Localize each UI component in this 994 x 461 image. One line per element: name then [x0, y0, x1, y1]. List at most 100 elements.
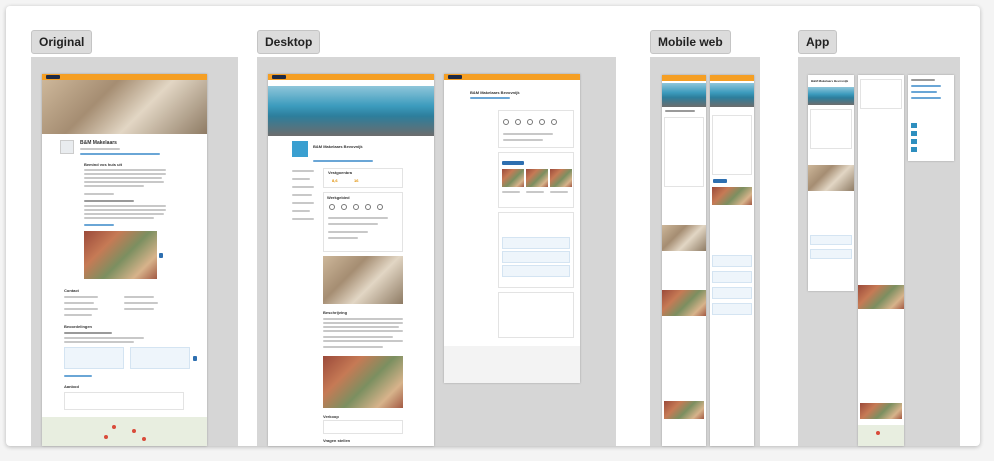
listing-photo[interactable] — [860, 403, 902, 419]
review-card[interactable] — [502, 265, 570, 277]
app-screen-3 — [908, 75, 954, 161]
panel-desktop: B&M Makelaars Bevovnijk Vestgoenbra 8,6 … — [257, 57, 616, 446]
sidenav-item[interactable] — [292, 202, 314, 204]
review-line — [64, 341, 134, 343]
contact-line — [124, 302, 158, 304]
desc-line — [84, 181, 164, 183]
panel-mobile-web — [650, 57, 760, 446]
aanbod-tab[interactable] — [502, 161, 524, 165]
review-card[interactable] — [502, 237, 570, 249]
reviews-next-button[interactable] — [193, 356, 197, 361]
welcome-heading: Bemind vos huis uit — [84, 162, 123, 167]
aanbod-filter-box[interactable] — [64, 392, 184, 410]
text-line — [323, 326, 399, 328]
review-card[interactable] — [712, 303, 752, 315]
street-photo — [323, 356, 403, 408]
action-links[interactable] — [470, 97, 510, 99]
aanbod-tab[interactable] — [713, 179, 727, 183]
reviews-box — [498, 212, 574, 288]
carousel-next-button[interactable] — [159, 253, 163, 258]
contact-line — [64, 296, 98, 298]
werkgebied-map[interactable] — [858, 425, 904, 446]
chart-icon — [353, 204, 359, 210]
menu-link[interactable] — [911, 85, 941, 87]
business-name: B&M Makelaars Bevovnijk — [470, 90, 520, 95]
map-marker[interactable] — [132, 429, 136, 433]
text-line — [503, 139, 543, 141]
werkgebied-box: Werkgebied — [323, 192, 403, 252]
review-line — [64, 337, 144, 339]
desktop-hero-photo — [268, 86, 434, 136]
map-marker[interactable] — [104, 435, 108, 439]
sidenav-item[interactable] — [292, 218, 314, 220]
sidenav-item[interactable] — [292, 210, 310, 212]
logo[interactable] — [272, 75, 286, 79]
office-photo — [662, 225, 706, 251]
sidenav-item[interactable] — [292, 186, 314, 188]
verkoop-box[interactable] — [323, 420, 403, 434]
desc-line — [84, 169, 166, 171]
text-line — [665, 110, 695, 112]
listing-photo[interactable] — [664, 401, 704, 419]
list-badge — [911, 139, 917, 144]
logo[interactable] — [46, 75, 60, 79]
original-hero-photo — [42, 80, 207, 134]
desc-line — [84, 193, 114, 195]
listing-photo[interactable] — [526, 169, 548, 187]
text-line — [328, 217, 388, 219]
text-line — [328, 223, 378, 225]
content-card — [712, 115, 752, 175]
text-line — [328, 237, 358, 239]
listing-photo[interactable] — [502, 169, 524, 187]
review-card[interactable] — [502, 251, 570, 263]
menu-link[interactable] — [911, 97, 941, 99]
text-line — [502, 191, 520, 193]
action-links[interactable] — [313, 160, 373, 162]
content-card — [664, 117, 704, 187]
sidenav-item[interactable] — [292, 170, 314, 172]
desc-line — [84, 213, 164, 215]
review-card[interactable] — [64, 347, 124, 369]
desc-line — [84, 173, 166, 175]
action-links[interactable] — [80, 153, 160, 155]
label-original: Original — [31, 30, 93, 54]
review-card[interactable] — [712, 255, 752, 267]
review-card[interactable] — [130, 347, 190, 369]
label-desktop: Desktop — [257, 30, 321, 54]
sidenav-item[interactable] — [292, 194, 312, 196]
menu-link[interactable] — [911, 91, 937, 93]
verkoop-heading: Verkoop — [323, 414, 339, 419]
panel-original: B&M Makelaars Bemind vos huis uit Contac — [31, 57, 238, 446]
review-line — [64, 332, 112, 334]
werkgebied-box — [498, 110, 574, 148]
map-marker[interactable] — [876, 431, 880, 435]
vragen-heading: Vragen stellen — [323, 438, 351, 443]
content-card — [860, 79, 902, 109]
review-card[interactable] — [712, 287, 752, 299]
map-marker[interactable] — [112, 425, 116, 429]
listing-photo[interactable] — [712, 187, 752, 205]
tag-icon — [377, 204, 383, 210]
panel-app: B&M Makelaars Bevovnijk — [798, 57, 960, 446]
listing-photo[interactable] — [550, 169, 572, 187]
contact-line — [64, 302, 94, 304]
mobile-hero-photo — [710, 83, 754, 107]
review-card[interactable] — [712, 271, 752, 283]
text-line — [328, 231, 368, 233]
read-more-link[interactable] — [84, 224, 114, 226]
review-card[interactable] — [810, 249, 852, 259]
text-line — [323, 318, 403, 320]
desktop-topbar — [444, 74, 580, 80]
business-logo — [60, 140, 74, 154]
werkgebied-map[interactable] — [42, 417, 207, 446]
review-card[interactable] — [810, 235, 852, 245]
logo[interactable] — [448, 75, 462, 79]
business-name: B&M Makelaars Bevovnijk — [313, 144, 363, 149]
map-marker[interactable] — [142, 437, 146, 441]
key-icon — [341, 204, 347, 210]
desc-line — [84, 205, 166, 207]
sidenav-item[interactable] — [292, 178, 310, 180]
all-reviews-link[interactable] — [64, 375, 92, 377]
house-icon — [503, 119, 509, 125]
text-line — [503, 133, 553, 135]
